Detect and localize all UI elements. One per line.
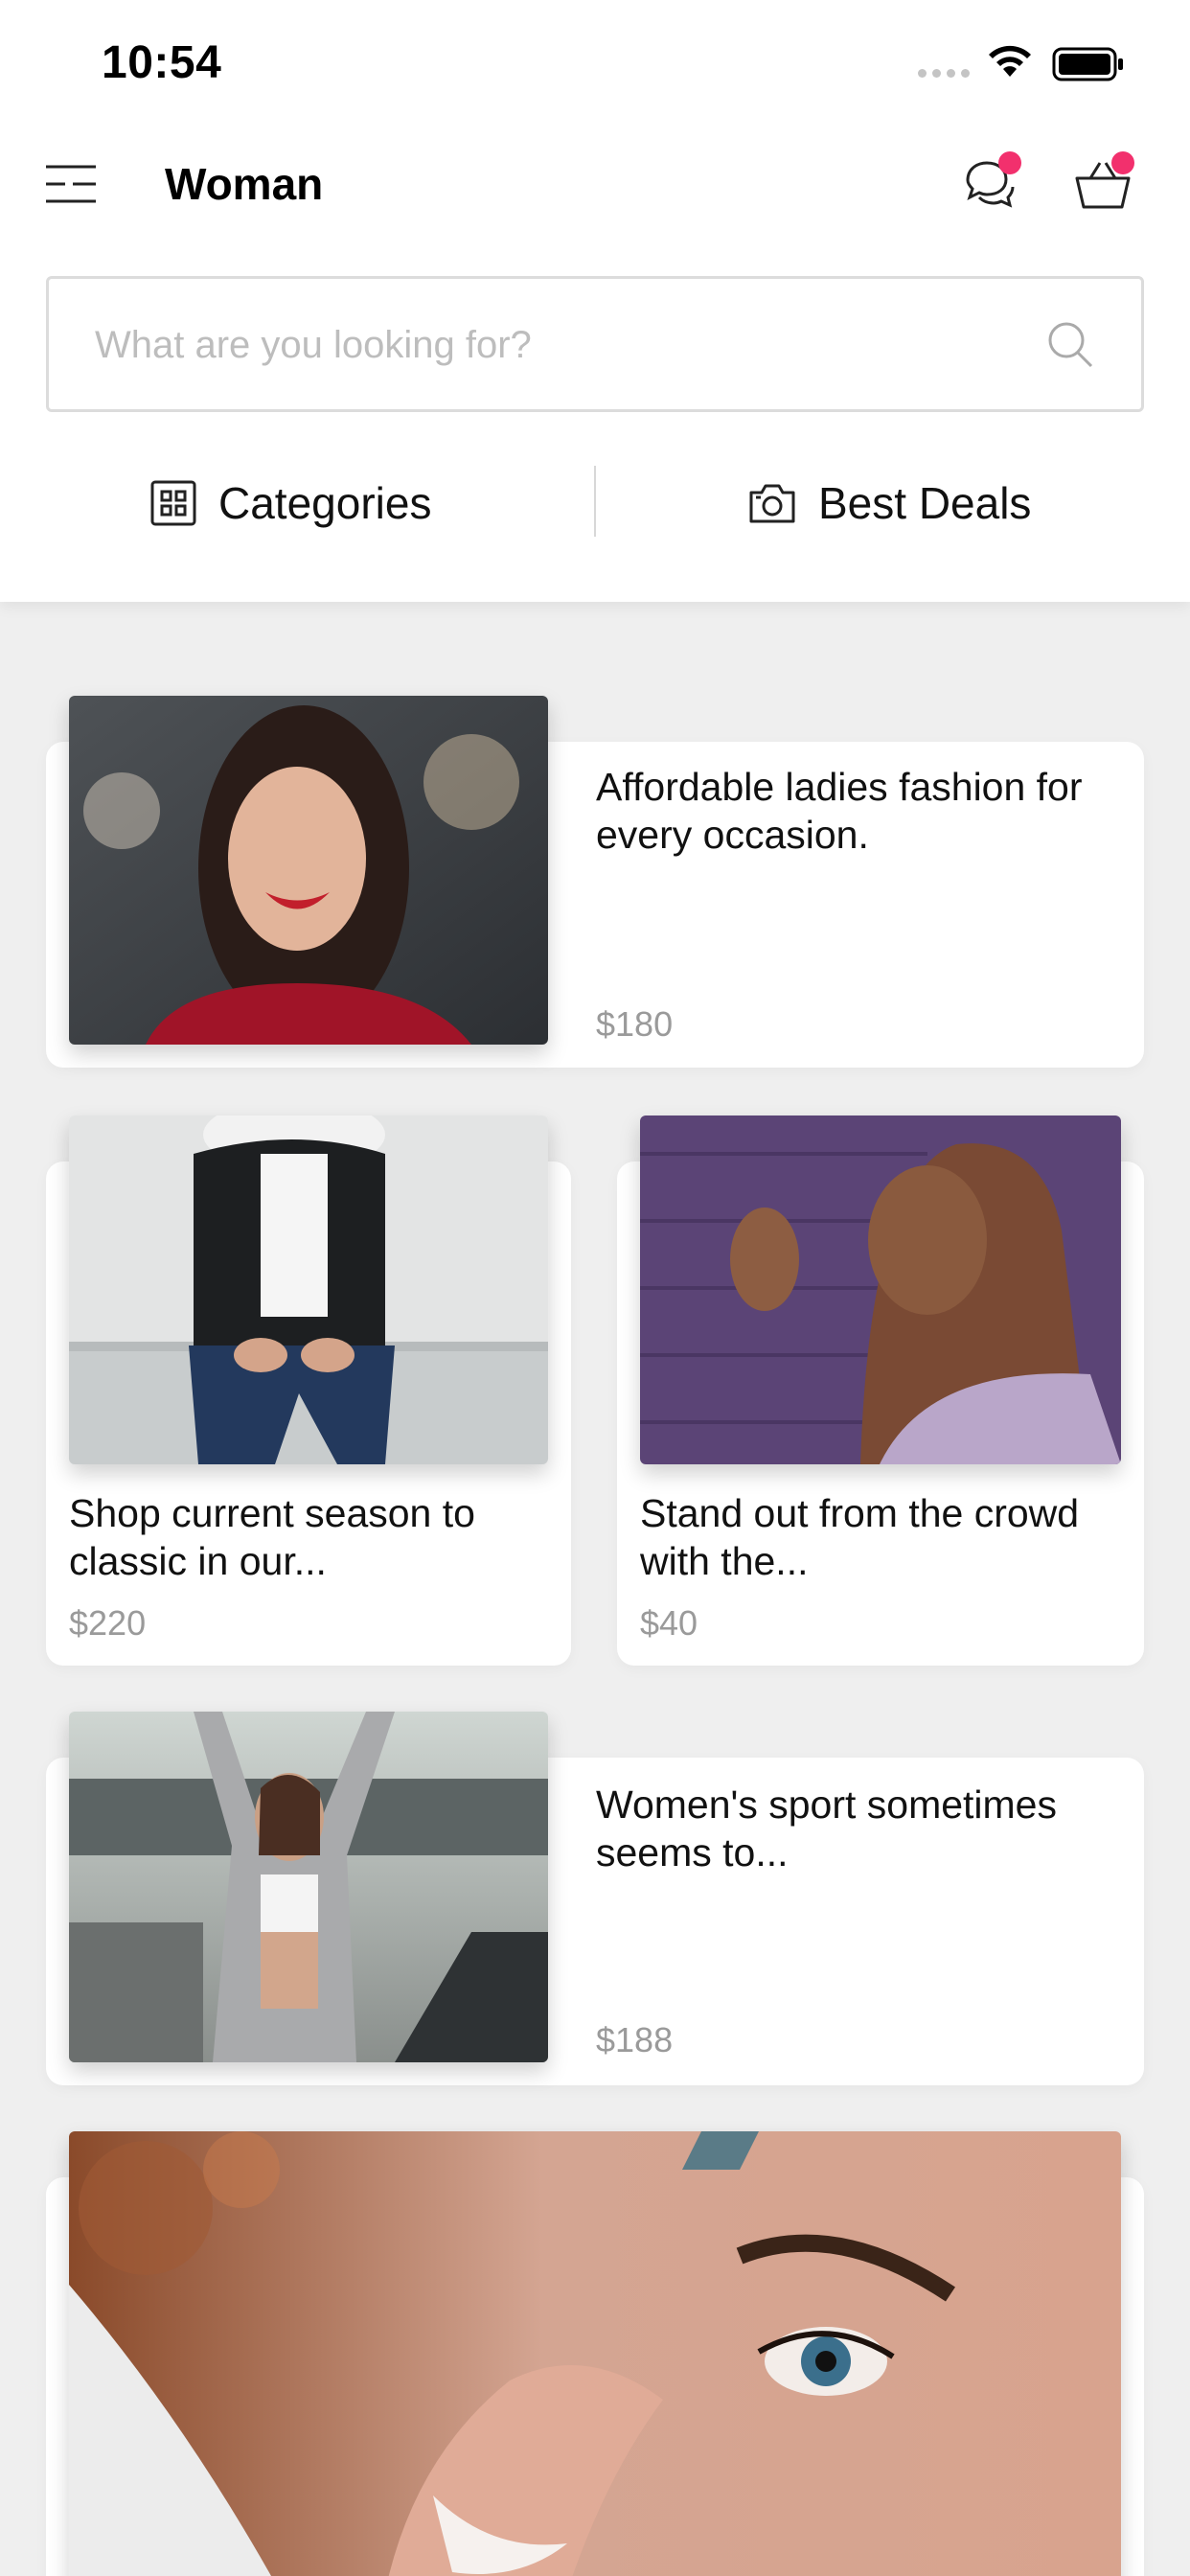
product-title: Women's sport sometimes seems to... — [596, 1782, 1057, 1874]
battery-icon — [1052, 47, 1123, 81]
product-title: Shop current season to classic in our... — [69, 1491, 475, 1583]
cart-button[interactable] — [1071, 151, 1134, 215]
product-image-woman-closeup[interactable] — [69, 2131, 1121, 2576]
product-image-smiling-woman[interactable] — [69, 696, 548, 1045]
cart-notification-badge — [1111, 151, 1134, 174]
tab-divider — [594, 466, 596, 537]
chat-notification-badge — [998, 151, 1021, 174]
wifi-icon — [989, 45, 1031, 77]
search-input[interactable] — [95, 315, 1015, 375]
cellular-signal-icon — [918, 69, 970, 78]
menu-button[interactable] — [44, 163, 98, 205]
page-title: Woman — [165, 159, 324, 209]
tab-best-deals[interactable]: Best Deals — [747, 450, 1031, 556]
grid-icon — [150, 480, 196, 526]
search-icon[interactable] — [1045, 319, 1097, 371]
tab-categories-label: Categories — [218, 478, 432, 528]
product-price: $188 — [596, 2020, 674, 2059]
product-image-woman-in-jacket[interactable] — [69, 1116, 548, 1464]
tab-best-deals-label: Best Deals — [818, 478, 1032, 528]
product-title: Stand out from the crowd with the... — [640, 1491, 1080, 1583]
product-price: $220 — [69, 1603, 147, 1643]
product-price: $180 — [596, 1004, 674, 1044]
product-image-woman-purple-wall[interactable] — [640, 1116, 1121, 1464]
product-title: Affordable ladies fashion for every occa… — [596, 765, 1083, 857]
tab-categories[interactable]: Categories — [149, 450, 431, 556]
search-box[interactable] — [46, 276, 1144, 412]
camera-icon — [749, 484, 795, 523]
product-image-woman-sportswear[interactable] — [69, 1712, 548, 2062]
status-time: 10:54 — [102, 37, 222, 88]
tab-bar: Categories Best Deals — [0, 450, 1190, 556]
top-bar: 10:54 Woman What are you looking for? Ca… — [0, 0, 1190, 602]
chat-button[interactable] — [958, 151, 1021, 215]
product-price: $40 — [640, 1603, 698, 1643]
